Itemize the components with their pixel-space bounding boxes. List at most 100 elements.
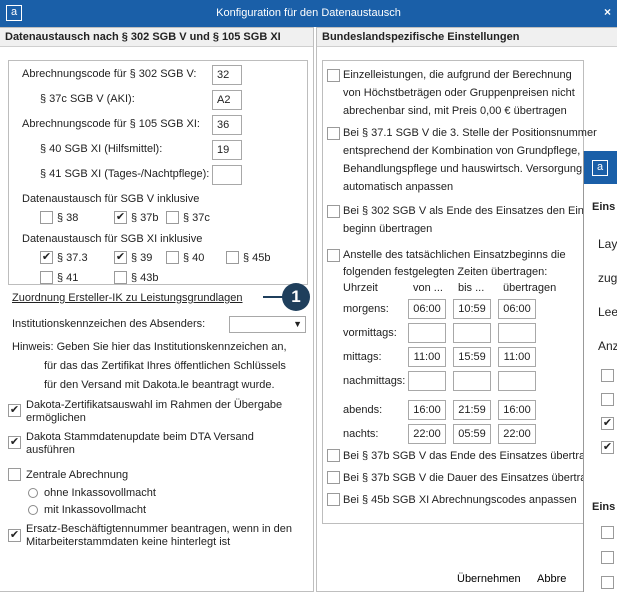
sgbv-37c-checkbox[interactable]	[166, 211, 179, 224]
abbrechen-button[interactable]: Abbre	[527, 567, 577, 591]
zuordnung-link[interactable]: Zuordnung Ersteller-IK zu Leistungsgrund…	[12, 292, 243, 304]
overlay-lee-label: Lee	[598, 305, 617, 319]
close-icon[interactable]: ×	[604, 5, 611, 19]
right-pane-header: Bundeslandspezifische Einstellungen	[317, 28, 617, 47]
einzelleistungen-line-3: abrechenbar sind, mit Preis 0,00 € übert…	[343, 105, 567, 117]
sgbxi-40-label: § 40	[183, 252, 205, 264]
ohne-inkasso-radio[interactable]	[28, 488, 38, 498]
aki-label: § 37c SGB V (AKI):	[40, 93, 135, 105]
45b-codes-checkbox[interactable]	[327, 493, 340, 506]
row-vormittags-von[interactable]	[408, 323, 446, 343]
feste-zeiten-checkbox[interactable]	[327, 249, 340, 262]
row-abends-von[interactable]: 16:00	[408, 400, 446, 420]
hint-line-1: Hinweis: Geben Sie hier das Institutions…	[12, 341, 287, 353]
sgbxi-373-label: § 37.3	[57, 252, 88, 264]
positionsnummer-checkbox[interactable]	[327, 127, 340, 140]
37b-ende-checkbox[interactable]	[327, 449, 340, 462]
col-bis: bis ...	[458, 282, 485, 294]
overlay-zug-label: zug	[598, 271, 617, 285]
overlay-checkbox-3[interactable]: ✔	[601, 417, 614, 430]
overlay-checkbox-5[interactable]	[601, 526, 614, 539]
overlay-checkbox-6[interactable]	[601, 551, 614, 564]
row-nachts-von[interactable]: 22:00	[408, 424, 446, 444]
sgbxi-43b-label: § 43b	[131, 272, 159, 284]
sgbxi-41-label: § 41	[57, 272, 79, 284]
col-uhrzeit: Uhrzeit	[343, 282, 378, 294]
sgbxi-43b-checkbox[interactable]	[114, 271, 127, 284]
row-nachmittags-von[interactable]	[408, 371, 446, 391]
feste-zeiten-line-1: Anstelle des tatsächlichen Einsatzbeginn…	[343, 249, 566, 261]
dakota-stammdaten-checkbox[interactable]: ✔	[8, 436, 21, 449]
sgbxi-373-checkbox[interactable]: ✔	[40, 251, 53, 264]
dakota-zertifikat-checkbox[interactable]: ✔	[8, 404, 21, 417]
window-title: Konfiguration für den Datenaustausch	[216, 7, 401, 19]
row-vormittags-uebertragen[interactable]	[498, 323, 536, 343]
row-vormittags-label: vormittags:	[343, 327, 397, 339]
row-nachmittags-label: nachmittags:	[343, 375, 406, 387]
row-nachmittags-bis[interactable]	[453, 371, 491, 391]
37b-ende-label: Bei § 37b SGB V das Ende des Einsatzes ü…	[343, 450, 604, 462]
sgbxi-39-checkbox[interactable]: ✔	[114, 251, 127, 264]
hilfsmittel-field[interactable]: 19	[212, 140, 242, 160]
overlay-group2-header: Eins	[592, 501, 616, 513]
einzelleistungen-line-1: Einzelleistungen, die aufgrund der Berec…	[343, 69, 572, 81]
chevron-down-icon: ▼	[293, 319, 302, 329]
code-302-label: Abrechnungscode für § 302 SGB V:	[22, 68, 197, 80]
positionsnummer-line-1: Bei § 37.1 SGB V die 3. Stelle der Posit…	[343, 127, 597, 139]
sgbxi-45b-label: § 45b	[243, 252, 271, 264]
overlay-checkbox-1[interactable]	[601, 369, 614, 382]
overlay-title-bar: a	[584, 151, 617, 184]
row-nachmittags-uebertragen[interactable]	[498, 371, 536, 391]
hint-line-2: für das das Zertifikat Ihres öffentliche…	[44, 360, 286, 372]
sgbv-38-checkbox[interactable]	[40, 211, 53, 224]
code-105-label: Abrechnungscode für § 105 SGB XI:	[22, 118, 200, 130]
overlay-checkbox-7[interactable]	[601, 576, 614, 589]
overlay-logo-icon: a	[592, 160, 608, 176]
row-nachts-uebertragen[interactable]: 22:00	[498, 424, 536, 444]
ik-dropdown[interactable]: ▼	[229, 316, 306, 333]
zentrale-abrechnung-checkbox[interactable]	[8, 468, 21, 481]
overlay-anz-label: Anz	[598, 339, 617, 353]
sgbv-37b-label: § 37b	[131, 212, 159, 224]
sgbxi-45b-checkbox[interactable]	[226, 251, 239, 264]
einsatzende-checkbox[interactable]	[327, 205, 340, 218]
feste-zeiten-line-2: folgenden festgelegten Zeiten übertragen…	[343, 266, 548, 278]
uebernehmen-button[interactable]: Übernehmen	[447, 567, 531, 591]
tages-label: § 41 SGB XI (Tages-/Nachtpflege):	[40, 168, 210, 180]
sgbxi-41-checkbox[interactable]	[40, 271, 53, 284]
row-mittags-uebertragen[interactable]: 11:00	[498, 347, 536, 367]
sgbxi-40-checkbox[interactable]	[166, 251, 179, 264]
mit-inkasso-radio[interactable]	[28, 505, 38, 515]
aki-field[interactable]: A2	[212, 90, 242, 110]
ersatz-nummer-label-1: Ersatz-Beschäftigtennummer beantragen, w…	[26, 523, 292, 535]
tages-field[interactable]	[212, 165, 242, 185]
sgbv-37b-checkbox[interactable]: ✔	[114, 211, 127, 224]
45b-codes-label: Bei § 45b SGB XI Abrechnungscodes anpass…	[343, 494, 577, 506]
row-morgens-bis[interactable]: 10:59	[453, 299, 491, 319]
overlay-checkbox-4[interactable]: ✔	[601, 441, 614, 454]
overlay-group-header: Eins	[592, 201, 616, 213]
col-von: von ...	[413, 282, 443, 294]
overlay-checkbox-2[interactable]	[601, 393, 614, 406]
row-morgens-uebertragen[interactable]: 06:00	[498, 299, 536, 319]
row-nachts-label: nachts:	[343, 428, 379, 440]
ersatz-nummer-checkbox[interactable]: ✔	[8, 529, 21, 542]
sgbv-38-label: § 38	[57, 212, 79, 224]
row-abends-bis[interactable]: 21:59	[453, 400, 491, 420]
code-105-field[interactable]: 36	[212, 115, 242, 135]
row-mittags-von[interactable]: 11:00	[408, 347, 446, 367]
sgbxi-39-label: § 39	[131, 252, 153, 264]
einsatzende-line-1: Bei § 302 SGB V als Ende des Einsatzes d…	[343, 205, 608, 217]
row-morgens-von[interactable]: 06:00	[408, 299, 446, 319]
row-mittags-bis[interactable]: 15:59	[453, 347, 491, 367]
code-302-field[interactable]: 32	[212, 65, 242, 85]
hint-line-3: für den Versand mit Dakota.le beantragt …	[44, 379, 275, 391]
row-nachts-bis[interactable]: 05:59	[453, 424, 491, 444]
37b-dauer-checkbox[interactable]	[327, 471, 340, 484]
row-vormittags-bis[interactable]	[453, 323, 491, 343]
dakota-zertifikat-label-2: ermöglichen	[26, 412, 86, 424]
row-abends-uebertragen[interactable]: 16:00	[498, 400, 536, 420]
einzelleistungen-checkbox[interactable]	[327, 69, 340, 82]
hilfsmittel-label: § 40 SGB XI (Hilfsmittel):	[40, 143, 163, 155]
overlay-lay-label: Lay	[598, 237, 617, 251]
